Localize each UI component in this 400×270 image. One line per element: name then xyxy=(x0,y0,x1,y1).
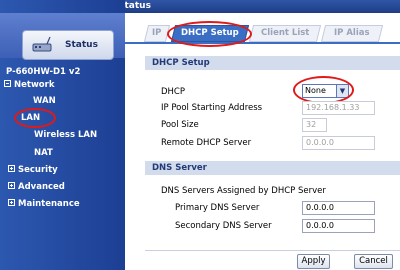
dhcp-highlight-circle xyxy=(293,76,354,104)
model-name: P-660HW-D1 v2 xyxy=(6,67,81,77)
sidebar-item-wireless-lan[interactable]: Wireless LAN xyxy=(34,130,97,140)
status-button-label: Status xyxy=(65,40,98,50)
collapse-icon xyxy=(4,80,11,87)
remote-dhcp-field[interactable]: 0.0.0.0 xyxy=(302,136,375,150)
tab-label: Client List xyxy=(260,28,310,38)
sidebar: Status P-660HW-D1 v2 Network WAN LAN Wir… xyxy=(0,0,125,270)
sidebar-item-advanced[interactable]: Advanced xyxy=(8,182,65,192)
primary-dns-label: Primary DNS Server xyxy=(175,203,260,213)
sidebar-item-network[interactable]: Network xyxy=(4,80,54,90)
tab-highlight-circle xyxy=(167,21,252,47)
main-panel: IP DHCP Setup Client List IP Alias DHCP … xyxy=(125,13,400,270)
tab-ip-alias[interactable]: IP Alias xyxy=(320,25,384,42)
status-area: Status xyxy=(0,13,125,60)
secondary-dns-label: Secondary DNS Server xyxy=(175,221,272,231)
tab-label: IP xyxy=(152,28,162,38)
remote-dhcp-label: Remote DHCP Server xyxy=(161,138,252,148)
expand-icon xyxy=(8,199,15,206)
sidebar-item-label: Security xyxy=(18,165,58,175)
tab-bar: IP DHCP Setup Client List IP Alias xyxy=(125,13,400,47)
sidebar-item-nat[interactable]: NAT xyxy=(34,148,53,158)
expand-icon xyxy=(8,165,15,172)
dns-assigned-label: DNS Servers Assigned by DHCP Server xyxy=(161,186,326,196)
pool-size-label: Pool Size xyxy=(161,120,199,130)
pool-start-label: IP Pool Starting Address xyxy=(161,103,263,113)
tab-client-list[interactable]: Client List xyxy=(248,25,322,42)
dhcp-label: DHCP xyxy=(161,87,185,97)
lan-highlight-circle xyxy=(14,108,56,128)
divider xyxy=(145,250,400,251)
apply-button[interactable]: Apply xyxy=(297,254,330,269)
tab-label: IP Alias xyxy=(334,28,370,38)
sidebar-item-label: Maintenance xyxy=(18,199,80,209)
sidebar-item-label: Advanced xyxy=(18,182,65,192)
pool-size-field[interactable]: 32 xyxy=(302,118,327,132)
router-icon xyxy=(32,36,52,52)
pool-start-field[interactable]: 192.168.1.33 xyxy=(302,101,375,115)
sidebar-item-security[interactable]: Security xyxy=(8,165,58,175)
section-dhcp-setup: DHCP Setup xyxy=(145,56,400,70)
status-button[interactable]: Status xyxy=(22,30,114,60)
sidebar-item-label: Network xyxy=(14,80,55,90)
cancel-button[interactable]: Cancel xyxy=(354,254,393,269)
expand-icon xyxy=(8,182,15,189)
primary-dns-field[interactable]: 0.0.0.0 xyxy=(302,201,375,215)
sidebar-item-maintenance[interactable]: Maintenance xyxy=(8,199,80,209)
sidebar-item-wan[interactable]: WAN xyxy=(33,96,56,106)
secondary-dns-field[interactable]: 0.0.0.0 xyxy=(302,219,375,233)
tab-underline xyxy=(125,42,400,44)
section-dns-server: DNS Server xyxy=(145,161,400,175)
